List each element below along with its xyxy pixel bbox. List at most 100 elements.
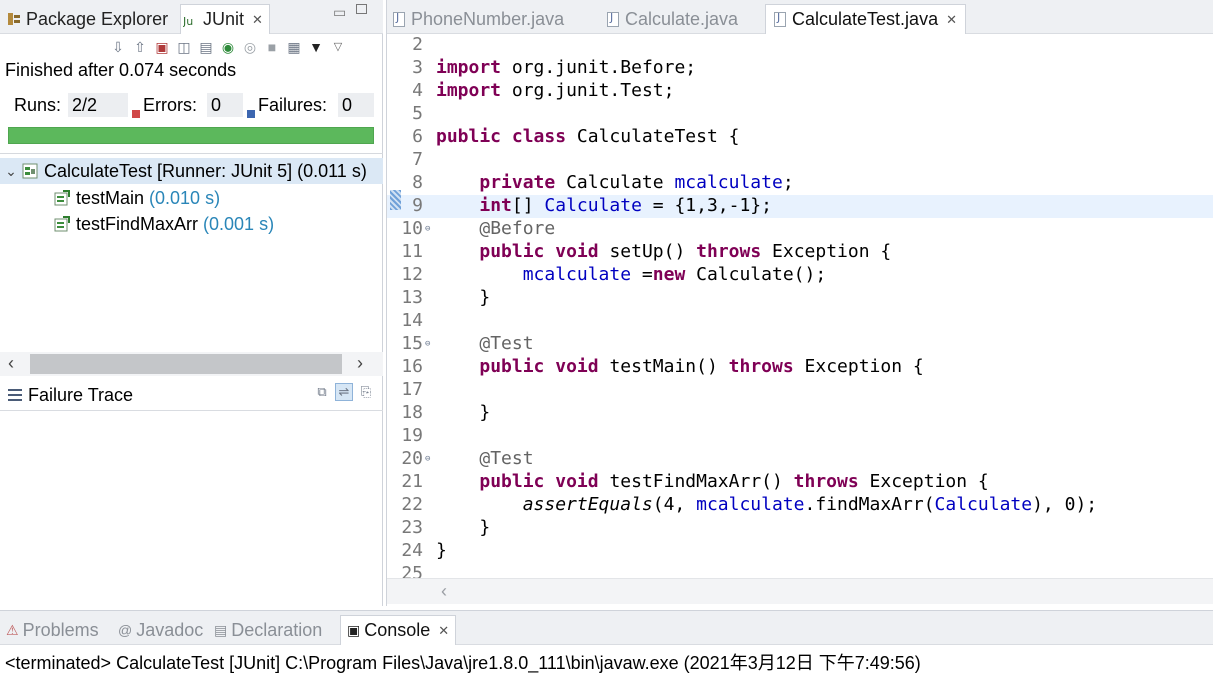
- chevron-left-icon[interactable]: ‹: [441, 581, 447, 602]
- problems-icon: ⚠: [6, 621, 19, 638]
- code-line[interactable]: 10 ⊖ @Before: [387, 218, 1213, 241]
- code-line[interactable]: 17: [387, 379, 1213, 402]
- code-line[interactable]: 22 assertEquals(4, mcalculate.findMaxArr…: [387, 494, 1213, 517]
- editor-horizontal-scrollbar[interactable]: ‹: [387, 578, 1213, 604]
- code-text: import org.junit.Before;: [436, 57, 697, 78]
- tab-junit[interactable]: Ju JUnit ✕: [180, 4, 270, 34]
- fold-toggle-icon[interactable]: ⊖: [425, 224, 430, 234]
- code-line[interactable]: 5: [387, 103, 1213, 126]
- failure-trace-header: Failure Trace ⧉ ⇌ ⎘: [0, 381, 383, 411]
- code-text: public class CalculateTest {: [436, 126, 740, 147]
- tab-calculate-java[interactable]: Calculate.java: [607, 4, 738, 34]
- fold-toggle-icon[interactable]: ⊖: [425, 339, 430, 349]
- code-line[interactable]: 15 ⊖ @Test: [387, 333, 1213, 356]
- code-line[interactable]: 24}: [387, 540, 1213, 563]
- code-line[interactable]: 21 public void testFindMaxArr() throws E…: [387, 471, 1213, 494]
- test-history-icon[interactable]: ▤: [198, 39, 214, 55]
- junit-toolbar: ⇩ ⇧ ▣ ◫ ▤ ◉ ◎ ■ ▦ ▼ ▽: [110, 37, 346, 57]
- stop-icon[interactable]: ■: [264, 39, 280, 55]
- line-number: 16: [401, 356, 423, 377]
- tree-root-node[interactable]: ⌄ CalculateTest [Runner: JUnit 5] (0.011…: [0, 158, 383, 184]
- line-number: 17: [401, 379, 423, 400]
- java-file-icon: [607, 11, 619, 27]
- code-text: mcalculate =new Calculate();: [522, 264, 827, 285]
- show-failures-only-icon[interactable]: ▣: [154, 39, 170, 55]
- line-number: 3: [412, 57, 423, 78]
- line-number: 19: [401, 425, 423, 446]
- code-area[interactable]: 2 3 import org.junit.Before; 4 import org.ju…: [387, 34, 1213, 578]
- rerun-test-icon[interactable]: ◉: [220, 39, 236, 55]
- tab-package-explorer-label: Package Explorer: [26, 8, 169, 29]
- errors-label: Errors:: [143, 95, 197, 115]
- java-file-icon: [393, 11, 405, 27]
- errors-value: 0: [207, 93, 243, 117]
- tab-console-label: Console: [364, 620, 431, 640]
- code-line[interactable]: 19: [387, 425, 1213, 448]
- tab-javadoc[interactable]: @ Javadoc: [118, 615, 203, 645]
- line-number: 23: [401, 517, 423, 538]
- code-line[interactable]: 9 int[] Calculate = {1,3,-1};: [387, 195, 1213, 218]
- console-output: <terminated> CalculateTest [JUnit] C:\Pr…: [5, 653, 921, 673]
- code-text: }: [436, 402, 491, 423]
- copy-trace-icon[interactable]: ⎘: [357, 383, 375, 401]
- occurrence-marker-icon: [390, 190, 401, 210]
- compare-result-icon[interactable]: ⧉: [313, 383, 331, 401]
- test-suite-icon: [22, 163, 39, 180]
- code-line[interactable]: 18 }: [387, 402, 1213, 425]
- tree-item-testmain[interactable]: testMain (0.010 s): [54, 185, 220, 211]
- scroll-lock-icon[interactable]: ◫: [176, 39, 192, 55]
- close-icon[interactable]: ✕: [252, 12, 263, 28]
- chevron-down-icon[interactable]: ▽: [330, 39, 346, 55]
- line-number: 15: [401, 333, 423, 354]
- rerun-failed-first-icon[interactable]: ◎: [242, 39, 258, 55]
- scrollbar-thumb[interactable]: [30, 354, 342, 374]
- tree-horizontal-scrollbar[interactable]: ‹ ›: [0, 352, 383, 376]
- code-line[interactable]: 11 public void setUp() throws Exception …: [387, 241, 1213, 264]
- layout-icon[interactable]: ▦: [286, 39, 302, 55]
- chevron-down-icon[interactable]: ⌄: [0, 163, 22, 180]
- code-line[interactable]: 4 import org.junit.Test;: [387, 80, 1213, 103]
- errors-label-group: Errors:: [132, 95, 197, 119]
- view-menu-dropdown-icon[interactable]: ▼: [308, 39, 324, 55]
- tree-item-testfindmaxarr[interactable]: testFindMaxArr (0.001 s): [54, 211, 274, 237]
- line-number: 13: [401, 287, 423, 308]
- test-counters: Runs: 2/2 Errors: 0 Failures: 0: [0, 93, 383, 119]
- minimize-icon[interactable]: ▭: [333, 4, 346, 21]
- filter-stack-trace-icon[interactable]: ⇌: [335, 383, 353, 401]
- code-line[interactable]: 23 }: [387, 517, 1213, 540]
- code-line[interactable]: 2: [387, 34, 1213, 57]
- code-line[interactable]: 14: [387, 310, 1213, 333]
- tab-console[interactable]: ▣ Console ✕: [340, 615, 457, 645]
- chevron-right-icon[interactable]: ›: [357, 353, 363, 374]
- code-line[interactable]: 7: [387, 149, 1213, 172]
- maximize-icon[interactable]: [356, 4, 367, 14]
- tab-calculatetest-java[interactable]: CalculateTest.java ✕: [765, 4, 966, 34]
- code-line[interactable]: 16 public void testMain() throws Excepti…: [387, 356, 1213, 379]
- code-line[interactable]: 25: [387, 563, 1213, 578]
- close-icon[interactable]: ✕: [946, 12, 957, 28]
- fold-toggle-icon[interactable]: ⊖: [425, 454, 430, 464]
- code-text: @Before: [479, 218, 556, 239]
- test-time: (0.010 s): [149, 187, 221, 208]
- chevron-left-icon[interactable]: ‹: [8, 353, 14, 374]
- editor-tab-label: CalculateTest.java: [792, 9, 939, 29]
- code-line[interactable]: 8 private Calculate mcalculate;: [387, 172, 1213, 195]
- code-line[interactable]: 12 mcalculate =new Calculate();: [387, 264, 1213, 287]
- code-text: @Test: [479, 448, 534, 469]
- code-line[interactable]: 20 ⊖ @Test: [387, 448, 1213, 471]
- run-status-text: Finished after 0.074 seconds: [5, 60, 237, 80]
- previous-failure-icon[interactable]: ⇧: [132, 39, 148, 55]
- declaration-icon: ▤: [214, 621, 228, 638]
- next-failure-icon[interactable]: ⇩: [110, 39, 126, 55]
- close-icon[interactable]: ✕: [438, 623, 449, 639]
- code-line[interactable]: 6 public class CalculateTest {: [387, 126, 1213, 149]
- code-text: }: [436, 517, 491, 538]
- tab-declaration[interactable]: ▤ Declaration: [214, 615, 322, 645]
- code-line[interactable]: 3 import org.junit.Before;: [387, 57, 1213, 80]
- tab-package-explorer[interactable]: Package Explorer: [6, 4, 168, 34]
- tab-problems[interactable]: ⚠ Problems: [6, 615, 99, 645]
- tab-phonenumber-java[interactable]: PhoneNumber.java: [393, 4, 564, 34]
- line-number: 14: [401, 310, 423, 331]
- code-line[interactable]: 13 }: [387, 287, 1213, 310]
- code-text: import org.junit.Test;: [436, 80, 675, 101]
